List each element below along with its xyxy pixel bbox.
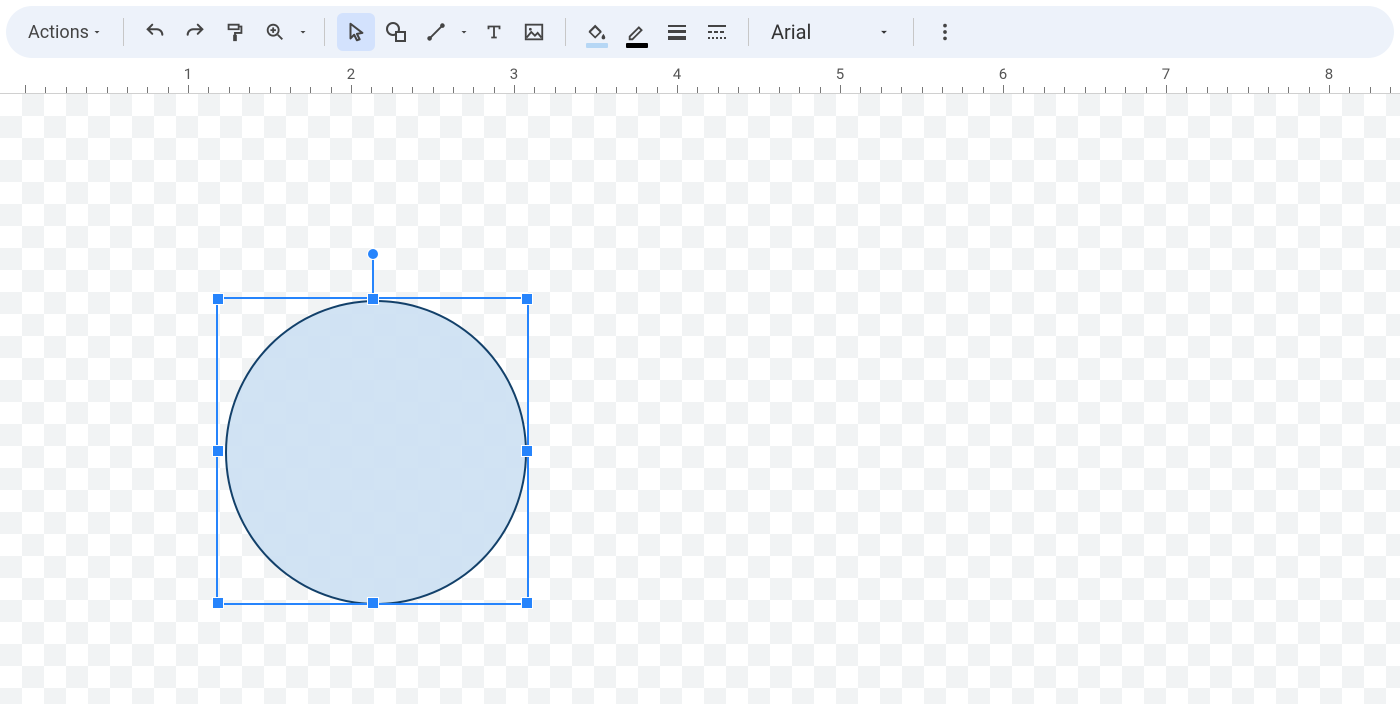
line-tool-dropdown[interactable] xyxy=(455,26,473,38)
pencil-icon xyxy=(626,21,648,43)
more-vert-icon xyxy=(934,21,956,43)
drawing-canvas[interactable] xyxy=(0,94,1400,704)
shape-tool-button[interactable] xyxy=(377,13,415,51)
separator xyxy=(913,18,914,46)
caret-down-icon xyxy=(877,25,891,39)
separator xyxy=(123,18,124,46)
line-dash-icon xyxy=(705,20,729,44)
zoom-button-group xyxy=(256,13,312,51)
resize-handle-s[interactable] xyxy=(367,597,379,609)
font-name-label: Arial xyxy=(771,20,811,44)
separator xyxy=(748,18,749,46)
cursor-icon xyxy=(345,21,367,43)
redo-button[interactable] xyxy=(176,13,214,51)
resize-handle-w[interactable] xyxy=(212,445,224,457)
border-color-swatch xyxy=(626,43,648,48)
fill-color-button[interactable] xyxy=(578,13,616,51)
rotation-handle[interactable] xyxy=(367,248,379,260)
horizontal-ruler: 12345678 xyxy=(0,66,1400,94)
border-color-button[interactable] xyxy=(618,13,656,51)
selection-bounding-box[interactable] xyxy=(216,297,529,605)
border-dash-button[interactable] xyxy=(698,13,736,51)
caret-down-icon xyxy=(297,26,309,38)
image-icon xyxy=(523,21,545,43)
paint-format-button[interactable] xyxy=(216,13,254,51)
text-icon xyxy=(483,21,505,43)
undo-button[interactable] xyxy=(136,13,174,51)
zoom-dropdown[interactable] xyxy=(294,26,312,38)
resize-handle-sw[interactable] xyxy=(212,597,224,609)
text-box-button[interactable] xyxy=(475,13,513,51)
border-weight-button[interactable] xyxy=(658,13,696,51)
fill-color-swatch xyxy=(586,43,608,48)
separator xyxy=(324,18,325,46)
more-options-button[interactable] xyxy=(926,13,964,51)
actions-label: Actions xyxy=(28,22,89,43)
toolbar: Actions xyxy=(6,6,1394,58)
resize-handle-e[interactable] xyxy=(521,445,533,457)
separator xyxy=(565,18,566,46)
line-tool-group xyxy=(417,13,473,51)
line-icon xyxy=(425,21,447,43)
zoom-icon xyxy=(264,21,286,43)
resize-handle-se[interactable] xyxy=(521,597,533,609)
paint-roller-icon xyxy=(224,21,246,43)
shapes-icon xyxy=(384,20,408,44)
undo-icon xyxy=(144,21,166,43)
line-tool-button[interactable] xyxy=(417,13,455,51)
actions-menu[interactable]: Actions xyxy=(20,16,111,49)
select-tool-button[interactable] xyxy=(337,13,375,51)
resize-handle-nw[interactable] xyxy=(212,293,224,305)
redo-icon xyxy=(184,21,206,43)
paint-bucket-icon xyxy=(586,21,608,43)
resize-handle-n[interactable] xyxy=(367,293,379,305)
caret-down-icon xyxy=(91,26,103,38)
zoom-button[interactable] xyxy=(256,13,294,51)
caret-down-icon xyxy=(458,26,470,38)
font-family-select[interactable]: Arial xyxy=(761,14,901,50)
line-weight-icon xyxy=(665,20,689,44)
resize-handle-ne[interactable] xyxy=(521,293,533,305)
insert-image-button[interactable] xyxy=(515,13,553,51)
